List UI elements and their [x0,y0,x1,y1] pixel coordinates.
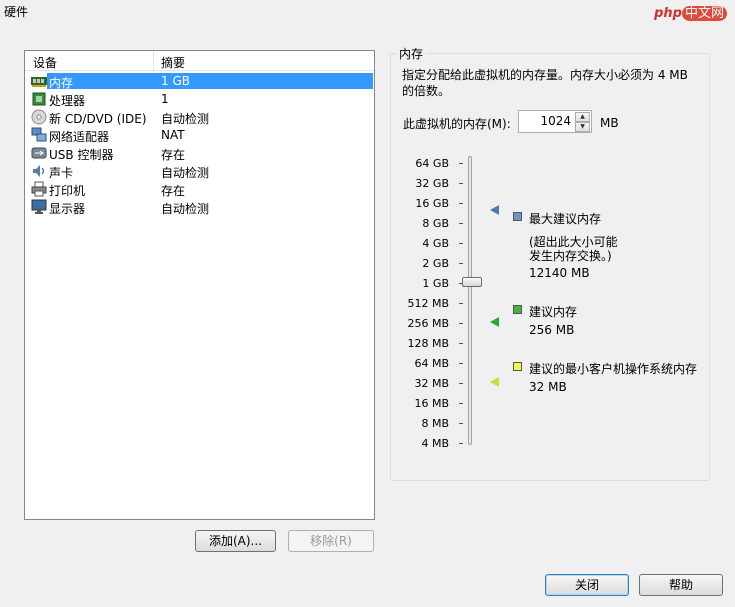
recommended-swatch-icon [513,305,522,314]
close-button[interactable]: 关闭 [545,574,629,596]
max-recommended-label: 最大建议内存 [529,212,602,226]
slider-tick-label: 32 GB [415,177,449,190]
device-row-processor[interactable]: 处理器 1 [25,90,374,108]
sound-card-icon [33,165,45,177]
slider-tick-mark [459,203,463,204]
slider-tick-label: 2 GB [422,257,449,270]
slider-tick-label: 128 MB [407,337,449,350]
recommended-value: 256 MB [529,323,575,337]
device-summary: 自动检测 [161,202,210,216]
min-guest-value: 32 MB [529,380,567,394]
max-recommended-note-2: 发生内存交换。) [529,249,612,263]
device-summary: 自动检测 [161,112,210,126]
device-name: 网络适配器 [49,130,110,144]
list-header: 设备 摘要 [25,51,374,71]
slider-tick-mark [459,183,463,184]
header-summary[interactable]: 摘要 [161,54,185,71]
title-bar: 硬件 php 中文网 [0,0,735,22]
spin-up-icon[interactable]: ▲ [575,112,590,122]
display-icon [31,199,47,214]
min-guest-swatch-icon [513,362,522,371]
memory-value[interactable]: 1024 [540,114,571,128]
memory-slider-thumb[interactable] [462,277,482,287]
spin-down-icon[interactable]: ▼ [575,122,590,132]
max-recommended-marker-icon [490,205,499,215]
max-recommended-swatch-icon [513,212,522,221]
device-row-sound-card[interactable]: 声卡 自动检测 [25,162,374,180]
memory-field-label: 此虚拟机的内存(M): [403,117,511,131]
min-guest-label: 建议的最小客户机操作系统内存 [529,362,698,376]
memory-icon [31,77,47,87]
network-adapter-icon [31,127,47,142]
slider-tick-mark [459,343,463,344]
header-separator [153,51,154,71]
device-row-cd-dvd[interactable]: 新 CD/DVD (IDE) 自动检测 [25,108,374,126]
device-row-display[interactable]: 显示器 自动检测 [25,198,374,216]
device-row-printer[interactable]: 打印机 存在 [25,180,374,198]
slider-tick-mark [459,163,463,164]
slider-tick-label: 8 MB [421,417,449,430]
add-button[interactable]: 添加(A)... [195,530,276,552]
slider-tick-mark [459,403,463,404]
memory-spinbox[interactable]: 1024 ▲ ▼ [518,110,592,133]
slider-tick-label: 4 GB [422,237,449,250]
device-name: 声卡 [49,166,74,180]
slider-tick-label: 512 MB [407,297,449,310]
slider-tick-mark [459,363,463,364]
header-device[interactable]: 设备 [33,54,57,71]
device-row-memory[interactable]: 内存 1 GB [25,72,374,90]
slider-tick-mark [459,383,463,384]
slider-tick-mark [459,223,463,224]
device-name: 打印机 [49,184,86,198]
memory-group-title: 内存 [396,45,427,62]
processor-icon [32,92,46,106]
slider-tick-label: 4 MB [421,437,449,450]
device-name: 新 CD/DVD (IDE) [49,112,147,126]
device-name: USB 控制器 [49,148,114,162]
device-summary: 自动检测 [161,166,210,180]
device-name: 内存 [49,76,74,90]
remove-button[interactable]: 移除(R) [288,530,374,552]
slider-tick-label: 32 MB [414,377,449,390]
recommended-label: 建议内存 [529,305,578,319]
device-row-usb[interactable]: USB 控制器 存在 [25,144,374,162]
memory-slider-track[interactable] [468,156,472,445]
watermark-logo: php 中文网 [654,2,727,21]
slider-tick-mark [459,423,463,424]
help-button[interactable]: 帮助 [639,574,723,596]
device-row-network-adapter[interactable]: 网络适配器 NAT [25,126,374,144]
memory-unit: MB [600,116,619,130]
device-name: 显示器 [49,202,86,216]
printer-icon [31,181,47,197]
slider-tick-mark [459,263,463,264]
device-summary: 1 [161,92,169,106]
device-list[interactable]: 设备 摘要 内存 1 GB 处理器 1 新 CD/DVD (IDE) 自动检测 … [24,50,375,520]
min-guest-marker-icon [490,377,499,387]
slider-tick-label: 256 MB [407,317,449,330]
slider-tick-label: 1 GB [422,277,449,290]
slider-tick-mark [459,323,463,324]
device-summary: 1 GB [161,74,190,88]
device-name: 处理器 [49,94,86,108]
slider-tick-mark [459,443,463,444]
cd-dvd-icon [31,109,47,125]
slider-tick-label: 64 MB [414,357,449,370]
usb-icon [31,147,47,159]
device-summary: NAT [161,128,185,142]
window-title: 硬件 [4,5,29,19]
max-recommended-value: 12140 MB [529,266,590,280]
slider-tick-label: 16 MB [414,397,449,410]
slider-tick-label: 8 GB [422,217,449,230]
device-summary: 存在 [161,148,186,162]
recommended-marker-icon [490,317,499,327]
memory-description: 指定分配给此虚拟机的内存量。内存大小必须为 4 MB 的倍数。 [402,68,688,98]
slider-tick-mark [459,243,463,244]
slider-tick-label: 64 GB [415,157,449,170]
slider-tick-mark [459,303,463,304]
slider-tick-label: 16 GB [415,197,449,210]
device-summary: 存在 [161,184,186,198]
